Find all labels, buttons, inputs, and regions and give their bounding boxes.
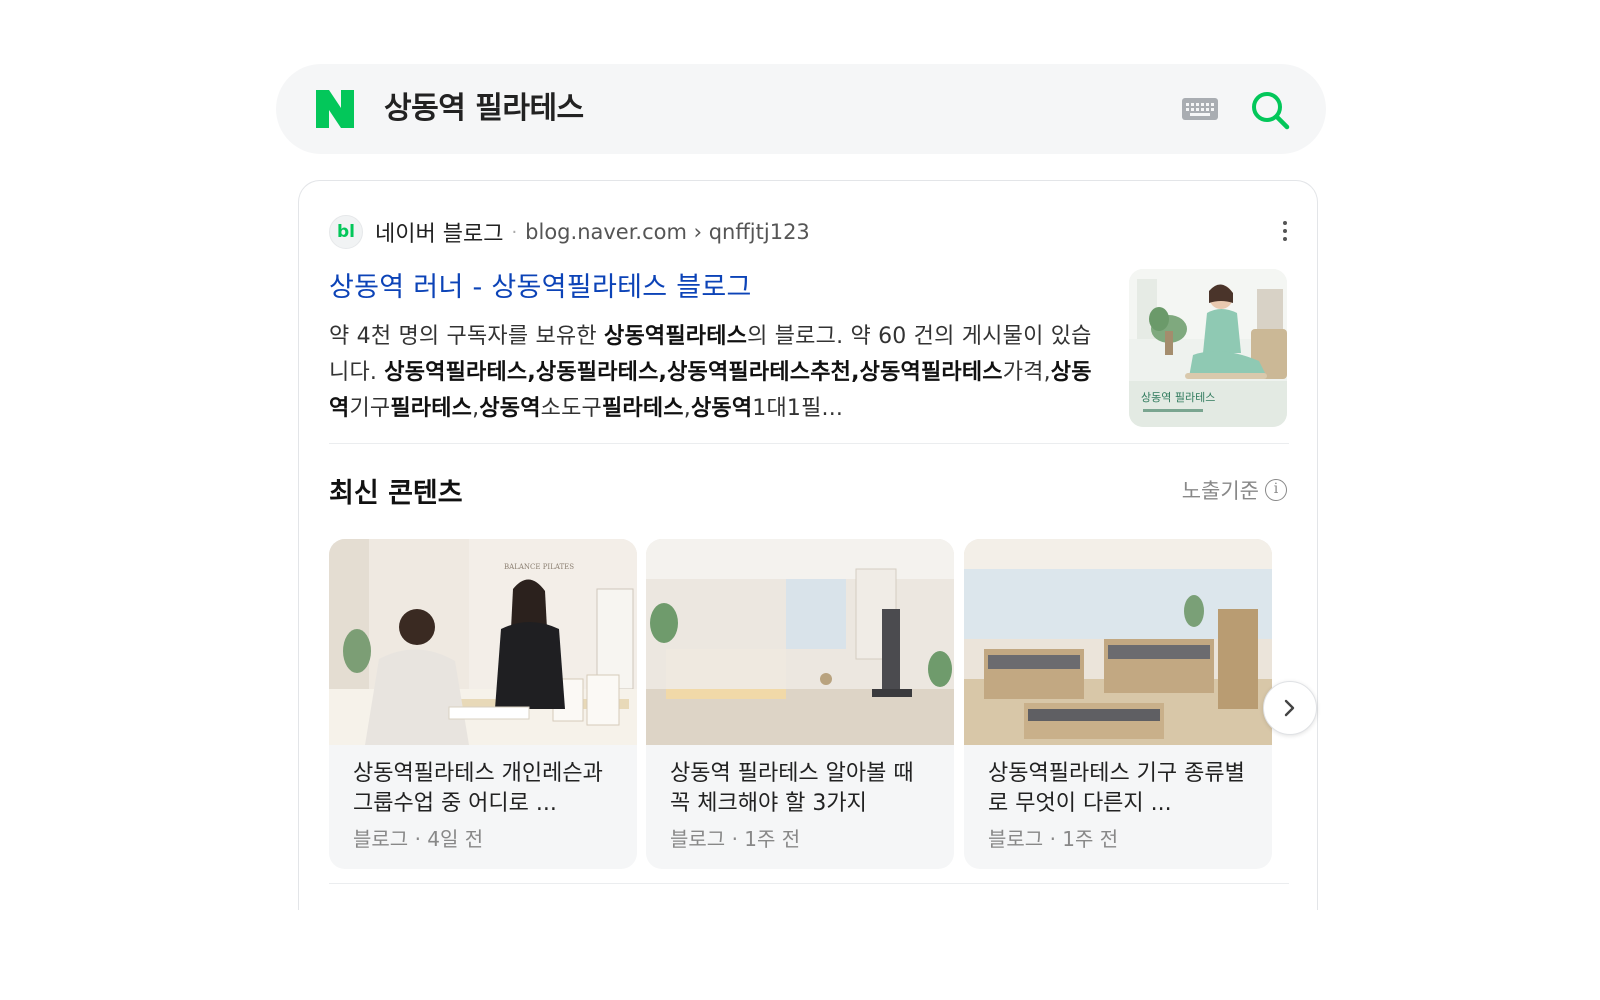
description-segment: 상동역 <box>690 396 753 421</box>
search-icon[interactable] <box>1250 90 1290 130</box>
meta-time: 4일 전 <box>427 827 484 851</box>
result-thumbnail[interactable]: 상동역 필라테스 <box>1129 269 1287 427</box>
result-description: 약 4천 명의 구독자를 보유한 상동역필라테스의 블로그. 약 60 건의 게… <box>329 319 1099 427</box>
keyboard-icon[interactable] <box>1182 98 1218 120</box>
divider <box>329 443 1289 444</box>
content-card-title[interactable]: 상동역필라테스 개인레슨과 그룹수업 중 어디로 ... <box>353 759 615 819</box>
search-query[interactable]: 상동역 필라테스 <box>384 90 584 128</box>
source-separator: · <box>511 221 518 243</box>
description-segment: 필라테스 <box>390 396 473 421</box>
meta-dot: · <box>1049 827 1056 851</box>
section-title: 최신 콘텐츠 <box>329 478 463 509</box>
result-source: bl 네이버 블로그 · blog.naver.com › qnffjtj123 <box>329 215 810 249</box>
criteria-label: 노출기준 <box>1181 479 1259 503</box>
description-segment: 가격, <box>1002 360 1051 385</box>
content-card-title[interactable]: 상동역 필라테스 알아볼 때 꼭 체크해야 할 3가지 <box>670 759 932 819</box>
divider <box>329 883 1289 884</box>
description-segment: 기구 <box>349 396 391 421</box>
carousel-next-button[interactable] <box>1263 681 1317 735</box>
content-card-title[interactable]: 상동역필라테스 기구 종류별로 무엇이 다른지 ... <box>988 759 1250 819</box>
description-segment: , <box>683 396 691 421</box>
description-segment: 상동역필라테스,상동필라테스,상동역필라테스추천,상동역필라테스 <box>384 360 1003 385</box>
content-card-image: BALANCE PILATES <box>329 539 637 745</box>
description-segment: 상동역 <box>479 396 541 421</box>
meta-time: 1주 전 <box>1062 827 1119 851</box>
content-card[interactable]: 상동역필라테스 기구 종류별로 무엇이 다른지 ... 블로그 · 1주 전 <box>964 539 1272 869</box>
source-name[interactable]: 네이버 블로그 <box>375 216 503 248</box>
meta-source: 블로그 <box>353 827 409 851</box>
content-card[interactable]: 상동역 필라테스 알아볼 때 꼭 체크해야 할 3가지 블로그 · 1주 전 <box>646 539 954 869</box>
content-card-meta: 블로그 · 1주 전 <box>670 823 800 852</box>
meta-time: 1주 전 <box>744 827 801 851</box>
content-card-image <box>964 539 1272 745</box>
result-card: bl 네이버 블로그 · blog.naver.com › qnffjtj123… <box>298 180 1318 910</box>
more-vertical-icon[interactable] <box>1281 221 1289 245</box>
studio-sign: BALANCE PILATES <box>504 563 574 571</box>
exposure-criteria[interactable]: 노출기준 i <box>1182 475 1287 505</box>
result-title-link[interactable]: 상동역 러너 - 상동역필라테스 블로그 <box>329 265 752 304</box>
description-segment: 약 4천 명의 구독자를 보유한 <box>329 324 605 349</box>
meta-dot: · <box>731 827 738 851</box>
content-card-meta: 블로그 · 1주 전 <box>988 823 1118 852</box>
content-card-meta: 블로그 · 4일 전 <box>353 823 483 852</box>
description-segment: 1대1필... <box>752 396 844 421</box>
meta-dot: · <box>414 827 421 851</box>
chevron-right-icon <box>1284 699 1295 717</box>
info-icon[interactable]: i <box>1265 479 1287 501</box>
naver-logo-icon[interactable] <box>316 90 354 128</box>
content-card[interactable]: BALANCE PILATES 상동역필라테스 개인레슨과 그룹수업 중 어디로… <box>329 539 637 869</box>
blog-badge-icon[interactable]: bl <box>329 215 363 249</box>
content-carousel: BALANCE PILATES 상동역필라테스 개인레슨과 그룹수업 중 어디로… <box>329 539 1289 869</box>
description-segment: 상동역필라테스 <box>604 324 748 349</box>
search-bar: 상동역 필라테스 <box>276 64 1326 154</box>
description-segment: 소도구 <box>540 396 602 421</box>
source-url[interactable]: blog.naver.com › qnffjtj123 <box>525 220 810 244</box>
content-card-image <box>646 539 954 745</box>
meta-source: 블로그 <box>988 827 1044 851</box>
thumbnail-caption: 상동역 필라테스 <box>1141 391 1215 404</box>
meta-source: 블로그 <box>670 827 726 851</box>
description-segment: 필라테스 <box>601 396 684 421</box>
